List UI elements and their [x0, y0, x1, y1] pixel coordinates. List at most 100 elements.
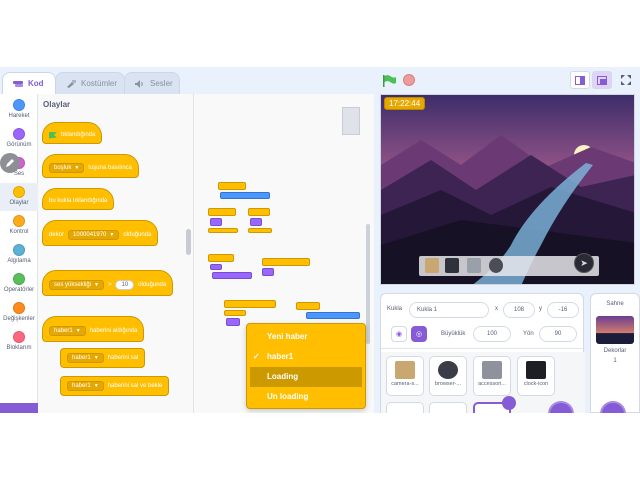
when-loudness-block[interactable]: ses yüksekliği ▼ > 10 olduğunda: [42, 270, 174, 296]
chevron-down-icon: ▼: [109, 232, 115, 238]
palette-section-title: Olaylar: [43, 100, 71, 109]
stage-taskbar: [419, 256, 599, 276]
category-label: Kontrol: [9, 229, 29, 235]
loudness-value-input[interactable]: 10: [115, 280, 135, 290]
message-select[interactable]: haber1 ▼: [49, 326, 86, 336]
timer-display: 17:22:44: [384, 97, 426, 110]
category-variables[interactable]: Değişkenler: [0, 299, 38, 327]
script-block[interactable]: [208, 228, 238, 233]
sprite-name-input[interactable]: Kukla 1: [409, 302, 489, 318]
stage-canvas[interactable]: 17:22:44 ➤: [380, 94, 635, 285]
rocket-icon[interactable]: ➤: [574, 253, 594, 273]
when-flag-clicked-block[interactable]: tıklandığında: [42, 122, 103, 144]
sprite-info-pane: Kukla Kukla 1 x 108 y -16 ◉ ◎ Büyüklük 1…: [380, 293, 585, 413]
events-dot-icon: [13, 186, 25, 198]
hide-sprite-button[interactable]: ◎: [411, 326, 427, 342]
extension-button-bar[interactable]: [0, 403, 38, 413]
tab-code[interactable]: Kod: [2, 72, 56, 94]
broadcast-block[interactable]: haber1 ▼ haberini sal: [60, 348, 146, 368]
category-myblocks[interactable]: Bloklarım: [0, 328, 38, 356]
script-block[interactable]: [262, 258, 310, 266]
sprite-tile-name: camera-s...: [391, 381, 419, 387]
sprite-tile[interactable]: accessori...: [473, 356, 511, 396]
script-block[interactable]: [218, 182, 246, 190]
trash-icon[interactable]: [467, 258, 481, 273]
direction-label: Yön: [523, 331, 534, 337]
green-flag-icon[interactable]: [383, 74, 396, 87]
dropdown-item-unloading[interactable]: Un loading: [247, 387, 365, 407]
when-backdrop-switches-block[interactable]: dekor 1000041970 ▼ olduğunda: [42, 220, 159, 246]
block-label: >: [107, 282, 112, 288]
block-label: haberini sal: [107, 355, 139, 361]
normal-stage-button[interactable]: [592, 71, 612, 89]
key-select[interactable]: boşluk ▼: [49, 163, 85, 173]
camera-icon[interactable]: [425, 258, 439, 273]
direction-input[interactable]: 90: [539, 326, 577, 342]
script-block[interactable]: [306, 312, 360, 319]
script-block[interactable]: [248, 228, 272, 233]
chevron-down-icon: ▼: [75, 328, 81, 334]
sprite-tile[interactable]: [429, 402, 467, 413]
delete-sprite-icon[interactable]: [502, 396, 516, 410]
category-operators[interactable]: Operatörler: [0, 270, 38, 298]
sprite-tile[interactable]: browser-...: [429, 356, 467, 396]
when-sprite-clicked-block[interactable]: bu kukla tıklandığında: [42, 188, 115, 210]
browser-icon[interactable]: [445, 258, 459, 273]
category-motion[interactable]: Hareket: [0, 96, 38, 124]
palette-scrollbar[interactable]: [186, 229, 191, 255]
sprite-tile[interactable]: clock-icon: [517, 356, 555, 396]
script-block[interactable]: [224, 310, 246, 316]
script-block[interactable]: [224, 300, 276, 308]
dropdown-item-haber1[interactable]: ✓ haber1: [247, 347, 365, 367]
script-block[interactable]: [250, 218, 262, 226]
pencil-icon[interactable]: [0, 153, 20, 173]
motion-dot-icon: [13, 99, 25, 111]
stop-icon[interactable]: [403, 74, 415, 86]
y-input[interactable]: -16: [547, 302, 579, 318]
tab-costumes[interactable]: Kostümler: [55, 72, 125, 94]
script-block[interactable]: [210, 218, 222, 226]
fullscreen-icon[interactable]: [616, 71, 636, 89]
code-icon: [13, 80, 23, 88]
block-label: olduğunda: [123, 232, 152, 238]
script-area-scrollbar[interactable]: [366, 224, 370, 344]
dropdown-item-new-message[interactable]: Yeni haber: [247, 327, 365, 347]
x-input[interactable]: 108: [503, 302, 535, 318]
message-select[interactable]: haber1 ▼: [67, 381, 104, 391]
sprite-tile[interactable]: [386, 402, 424, 413]
category-sensing[interactable]: Algılama: [0, 241, 38, 269]
script-block[interactable]: [208, 208, 236, 216]
category-label: Görünüm: [6, 142, 32, 148]
x-label: x: [495, 306, 498, 312]
when-receive-block[interactable]: haber1 ▼ haberini aldığında: [42, 316, 145, 342]
message-select[interactable]: haber1 ▼: [67, 353, 104, 363]
script-block[interactable]: [226, 318, 240, 326]
loudness-select[interactable]: ses yüksekliği ▼: [49, 280, 104, 290]
size-input[interactable]: 100: [473, 326, 511, 342]
block-label: tıklandığında: [61, 132, 96, 138]
script-block[interactable]: [208, 254, 234, 262]
script-block[interactable]: [296, 302, 320, 310]
broadcast-and-wait-block[interactable]: haber1 ▼ haberini sal ve bekle: [60, 376, 170, 396]
sprite-tile[interactable]: camera-s...: [386, 356, 424, 396]
script-block[interactable]: [212, 272, 252, 279]
dropdown-item-loading[interactable]: Loading: [250, 367, 362, 387]
sprite-name-label: Kukla: [387, 306, 403, 312]
script-block[interactable]: [220, 192, 270, 199]
script-block[interactable]: [248, 208, 270, 216]
category-looks[interactable]: Görünüm: [0, 125, 38, 153]
category-events[interactable]: Olaylar: [0, 183, 38, 211]
tab-sounds[interactable]: Sesler: [124, 72, 180, 94]
stage-selector[interactable]: Sahne Dekorlar 1: [590, 293, 640, 413]
script-block[interactable]: [210, 264, 222, 270]
show-sprite-button[interactable]: ◉: [391, 326, 407, 342]
when-key-pressed-block[interactable]: boşluk ▼ tuşuna basılınca: [42, 154, 139, 178]
category-control[interactable]: Kontrol: [0, 212, 38, 240]
script-block[interactable]: [262, 268, 274, 276]
block-label: tuşuna basılınca: [88, 165, 132, 171]
backdrop-select[interactable]: 1000041970 ▼: [68, 230, 120, 240]
script-minimap[interactable]: [342, 107, 360, 135]
tab-code-label: Kod: [28, 79, 44, 88]
small-stage-button[interactable]: [570, 71, 590, 89]
clock-icon[interactable]: [489, 258, 503, 273]
